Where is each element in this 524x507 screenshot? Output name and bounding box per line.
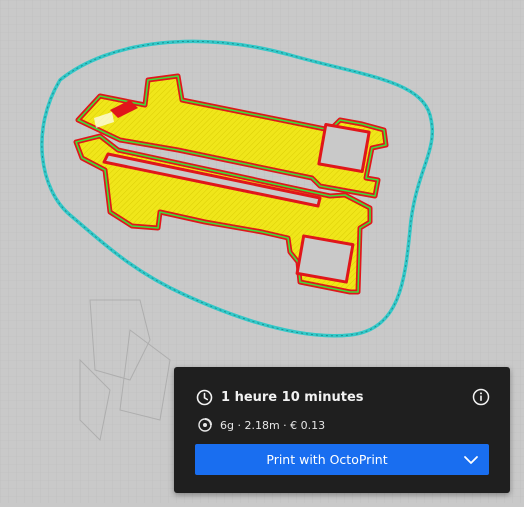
print-time: 1 heure 10 minutes xyxy=(221,389,364,405)
spool-icon xyxy=(198,418,212,432)
print-time-row: 1 heure 10 minutes xyxy=(196,387,490,407)
print-button-label: Print with OctoPrint xyxy=(266,452,388,467)
material-row: 6g · 2.18m · € 0.13 xyxy=(198,417,325,433)
info-icon[interactable] xyxy=(472,388,490,406)
material-stats: 6g · 2.18m · € 0.13 xyxy=(220,418,326,432)
chevron-down-icon[interactable] xyxy=(453,444,489,475)
print-summary-panel: 1 heure 10 minutes 6g · 2.18m · € 0.13 P… xyxy=(174,367,510,493)
print-with-octoprint-button[interactable]: Print with OctoPrint xyxy=(195,444,489,475)
clock-icon xyxy=(196,389,213,406)
